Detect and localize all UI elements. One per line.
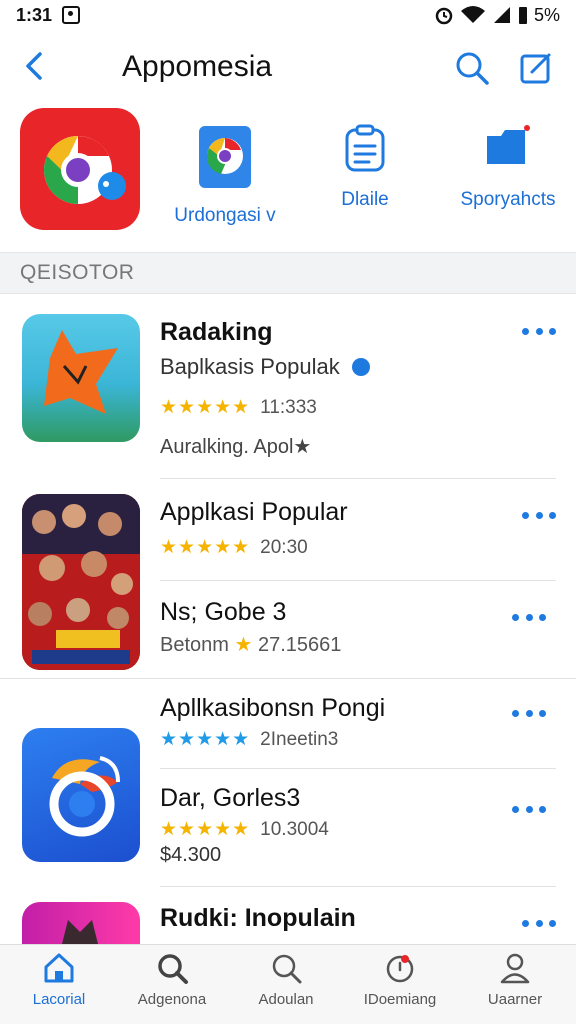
- nav-label: Adgenona: [137, 991, 207, 1008]
- nav-label: Adoulan: [258, 991, 314, 1008]
- rating-stars: ★★★★★: [160, 729, 251, 750]
- featured-item-3[interactable]: Sporyahcts: [450, 124, 566, 211]
- app-rating: ★★★★★ 10.3004: [160, 818, 329, 841]
- app-note: Auralking. Apol★: [160, 436, 312, 458]
- app-icon-radaking[interactable]: [22, 314, 140, 442]
- status-time: 1:31: [16, 4, 53, 25]
- search-icon: [158, 954, 188, 984]
- nav-item-home[interactable]: Lacorial: [4, 951, 114, 1008]
- person-icon: [500, 953, 530, 984]
- section-title: QEISOTOR: [20, 261, 135, 284]
- top-bar: Appomesia: [0, 36, 576, 98]
- app-price: $4.300: [160, 844, 222, 866]
- swirl-icon: [49, 756, 120, 837]
- fox-icon: [44, 330, 118, 414]
- bottom-nav: Lacorial Adgenona Adoulan IDoemiang Uaar…: [0, 944, 576, 1024]
- app-rating: ★★★★★ 2Ineetin3: [160, 728, 338, 751]
- cat-icon: [62, 920, 98, 944]
- app-title[interactable]: Apllkasibonsn Pongi: [160, 694, 385, 723]
- app-title[interactable]: Dar, Gorles3: [160, 784, 300, 813]
- note-number: 27.15661: [258, 634, 342, 656]
- section-header: QEISOTOR: [0, 252, 576, 294]
- app-title[interactable]: Radaking: [160, 318, 273, 347]
- featured-item-1[interactable]: Urdongasi v: [170, 124, 280, 227]
- rating-stars: ★★★★★: [160, 537, 251, 558]
- app-subtitle-text: Baplkasis Populak: [160, 354, 340, 379]
- featured-item-label: Dlaile: [341, 189, 389, 210]
- nav-item-search[interactable]: Adoulan: [231, 951, 341, 1008]
- app-rating: ★★★★★ 20:30: [160, 536, 308, 559]
- page-title: Appomesia: [122, 50, 273, 83]
- more-options-icon[interactable]: [512, 708, 546, 718]
- search-icon: [272, 954, 302, 984]
- app-subtitle: Baplkasis Populak: [160, 354, 370, 380]
- status-right: 5%: [434, 5, 560, 26]
- nav-label: Uaarner: [487, 991, 543, 1008]
- wifi-icon: [460, 6, 485, 23]
- search-icon[interactable]: [452, 48, 492, 88]
- rating-stars: ★★★★★: [160, 819, 251, 840]
- rating-count: 2Ineetin3: [260, 729, 339, 750]
- compose-icon[interactable]: [516, 48, 556, 88]
- app-rating: ★★★★★ 11:333: [160, 396, 317, 419]
- more-options-icon[interactable]: [522, 326, 556, 336]
- battery-percent: 5%: [533, 4, 560, 25]
- more-options-icon[interactable]: [522, 510, 556, 520]
- divider: [160, 886, 556, 887]
- featured-row: Urdongasi v Dlaile Sporyahcts: [0, 104, 576, 244]
- more-options-icon[interactable]: [522, 918, 556, 928]
- divider: [0, 678, 576, 679]
- rating-count: 20:30: [260, 537, 308, 558]
- rating-count: 10.3004: [260, 819, 329, 840]
- chevron-left-icon[interactable]: [18, 48, 50, 84]
- divider: [160, 478, 556, 479]
- chrome-style-icon: [43, 136, 126, 204]
- notification-icon: [62, 6, 81, 24]
- app-title[interactable]: Ns; Gobe 3: [160, 598, 286, 627]
- folder-icon: [487, 125, 530, 164]
- app-title[interactable]: Applkasi Popular: [160, 498, 348, 527]
- app-note: Betonm ★ 27.15661: [160, 632, 341, 657]
- signal-icon: [493, 7, 510, 23]
- nav-item-apps[interactable]: Adgenona: [117, 951, 227, 1008]
- status-bar: 1:31 5%: [0, 0, 576, 30]
- app-title[interactable]: Rudki: Inopulain: [160, 904, 356, 933]
- more-options-icon[interactable]: [512, 804, 546, 814]
- note-prefix: Betonm: [160, 634, 229, 656]
- featured-item-label: Sporyahcts: [460, 189, 556, 210]
- featured-app-icon[interactable]: [20, 108, 140, 230]
- note-star: ★: [234, 634, 253, 656]
- divider: [160, 580, 556, 581]
- chrome-icon: [199, 126, 251, 188]
- updates-icon: [386, 955, 414, 983]
- battery-icon: [518, 7, 527, 24]
- nav-label: Lacorial: [32, 991, 86, 1008]
- nav-label: IDoemiang: [363, 991, 437, 1008]
- app-icon-swirl[interactable]: [22, 728, 140, 862]
- nav-item-updates[interactable]: IDoemiang: [345, 951, 455, 1008]
- nav-item-profile[interactable]: Uaarner: [460, 951, 570, 1008]
- featured-item-label: Urdongasi v: [174, 205, 276, 226]
- poster-icon: [22, 494, 140, 670]
- featured-item-2[interactable]: Dlaile: [320, 124, 410, 211]
- rating-stars: ★★★★★: [160, 397, 251, 418]
- more-options-icon[interactable]: [512, 612, 546, 622]
- badge-icon: [351, 358, 370, 376]
- app-icon-poster[interactable]: [22, 494, 140, 670]
- divider: [160, 768, 556, 769]
- home-icon: [44, 953, 74, 983]
- clipboard-icon: [345, 124, 385, 172]
- app-icon-cat[interactable]: [22, 902, 140, 944]
- alarm-icon: [435, 7, 453, 25]
- rating-count: 11:333: [260, 397, 317, 418]
